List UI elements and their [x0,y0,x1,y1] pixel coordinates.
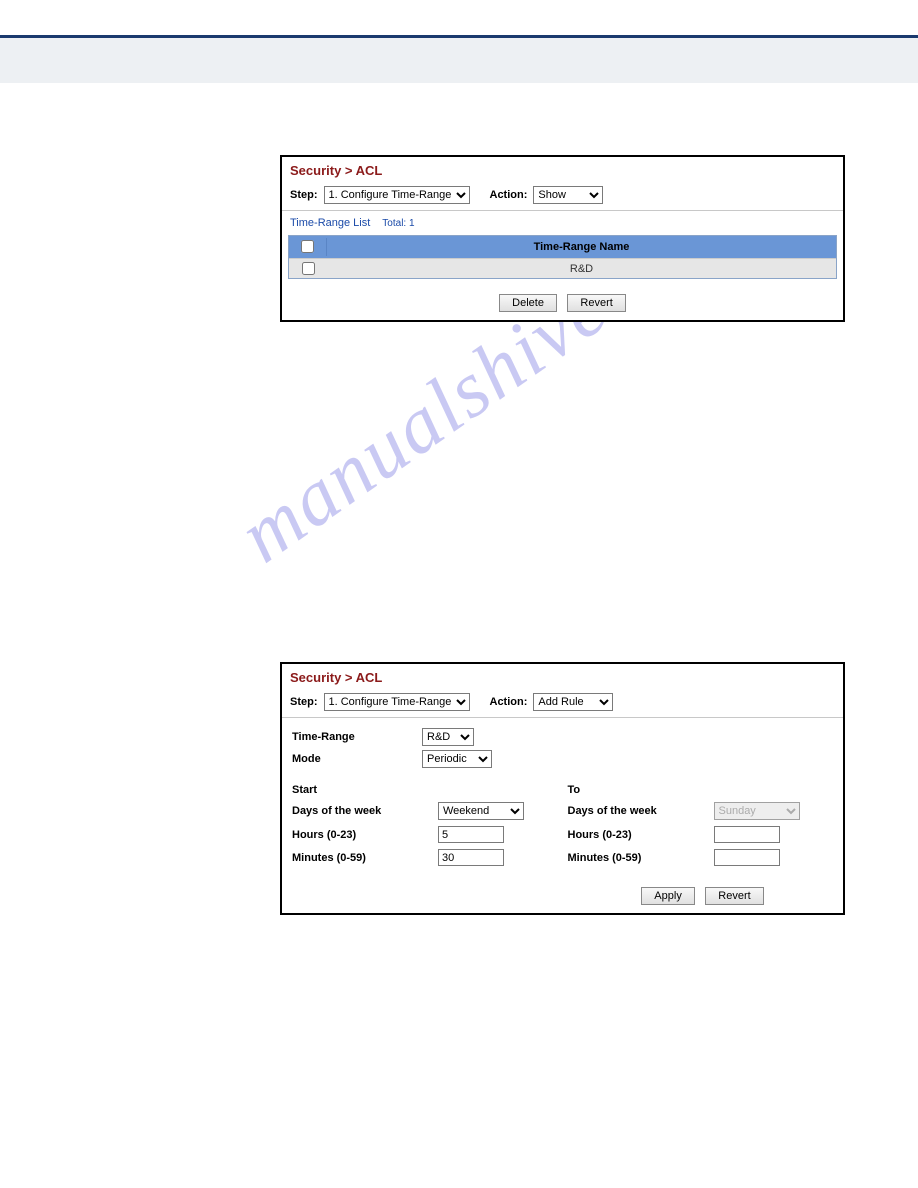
breadcrumb: Security > ACL [282,157,843,182]
start-column: Start Days of the week Weekend Hours (0-… [292,774,558,872]
time-range-row: Time-Range R&D [292,728,833,746]
delete-button[interactable]: Delete [499,294,557,312]
to-hours-input[interactable] [714,826,780,843]
dow-label: Days of the week [292,805,432,817]
revert-button[interactable]: Revert [705,887,763,905]
action-select[interactable]: Show [533,186,603,204]
step-select[interactable]: 1. Configure Time-Range [324,693,470,711]
start-hours-row: Hours (0-23) [292,826,558,843]
to-minutes-row: Minutes (0-59) [568,849,834,866]
to-dow-select: Sunday [714,802,800,820]
hours-label: Hours (0-23) [292,829,432,841]
row-name-cell: R&D [327,263,836,275]
row-checkbox-cell [289,260,327,278]
start-header: Start [292,784,558,796]
mode-label: Mode [292,753,422,765]
list-title: Time-Range List [290,217,370,229]
to-hours-row: Hours (0-23) [568,826,834,843]
start-hours-input[interactable] [438,826,504,843]
start-minutes-input[interactable] [438,849,504,866]
sub-header-bar [0,38,918,83]
row-checkbox[interactable] [302,262,315,275]
dow-label: Days of the week [568,805,708,817]
action-label: Action: [490,696,528,708]
revert-button[interactable]: Revert [567,294,625,312]
top-border-bar [0,0,918,38]
header-name-cell: Time-Range Name [327,241,836,253]
acl-add-rule-panel: Security > ACL Step: 1. Configure Time-R… [280,662,845,915]
to-column: To Days of the week Sunday Hours (0-23) … [568,774,834,872]
step-select[interactable]: 1. Configure Time-Range [324,186,470,204]
acl-show-panel: Security > ACL Step: 1. Configure Time-R… [280,155,845,322]
list-title-row: Time-Range List Total: 1 [282,211,843,233]
minutes-label: Minutes (0-59) [292,852,432,864]
controls-row: Step: 1. Configure Time-Range Action: Sh… [282,182,843,211]
apply-button[interactable]: Apply [641,887,695,905]
mode-row: Mode Periodic [292,750,833,768]
to-minutes-input[interactable] [714,849,780,866]
time-range-label: Time-Range [292,731,422,743]
action-select[interactable]: Add Rule [533,693,613,711]
start-to-columns: Start Days of the week Weekend Hours (0-… [282,774,843,878]
step-label: Step: [290,696,318,708]
minutes-label: Minutes (0-59) [568,852,708,864]
time-range-select[interactable]: R&D [422,728,474,746]
list-total: Total: 1 [382,218,414,229]
start-dow-row: Days of the week Weekend [292,802,558,820]
table-row: R&D [289,258,836,278]
breadcrumb: Security > ACL [282,664,843,689]
controls-row: Step: 1. Configure Time-Range Action: Ad… [282,689,843,718]
form-grid: Time-Range R&D Mode Periodic [282,718,843,774]
select-all-checkbox[interactable] [301,240,314,253]
header-checkbox-cell [289,238,327,256]
table-header-row: Time-Range Name [289,236,836,258]
step-label: Step: [290,189,318,201]
button-row: Delete Revert [282,285,843,320]
start-dow-select[interactable]: Weekend [438,802,524,820]
action-label: Action: [490,189,528,201]
hours-label: Hours (0-23) [568,829,708,841]
to-dow-row: Days of the week Sunday [568,802,834,820]
start-minutes-row: Minutes (0-59) [292,849,558,866]
time-range-table: Time-Range Name R&D [288,235,837,279]
to-header: To [568,784,834,796]
button-row: Apply Revert [282,878,843,913]
mode-select[interactable]: Periodic [422,750,492,768]
